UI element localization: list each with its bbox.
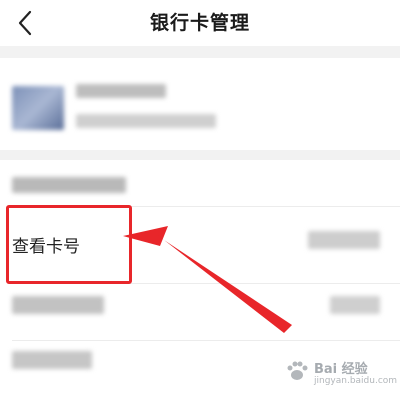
watermark-brand: Bai 经验 [314,362,368,377]
list-item[interactable] [0,284,400,340]
highlight-box [6,205,132,284]
watermark: Bai 经验 jingyan.baidu.com [280,352,398,394]
row-value-blurred [330,296,380,314]
row-label-blurred [12,351,92,369]
watermark-url: jingyan.baidu.com [314,376,398,386]
row-label-blurred [12,177,126,193]
section-gap [0,150,400,160]
section-gap [0,46,400,58]
bank-name-blurred [76,84,166,98]
card-info-blurred [76,114,216,128]
row-label-blurred [12,296,104,314]
bank-card-summary[interactable] [0,58,400,150]
list-item[interactable] [0,160,400,206]
top-bar: 银行卡管理 [0,0,400,46]
card-number-blurred [308,231,380,249]
paw-icon [287,361,308,380]
bank-logo-icon [12,86,64,130]
page-title: 银行卡管理 [149,12,250,34]
